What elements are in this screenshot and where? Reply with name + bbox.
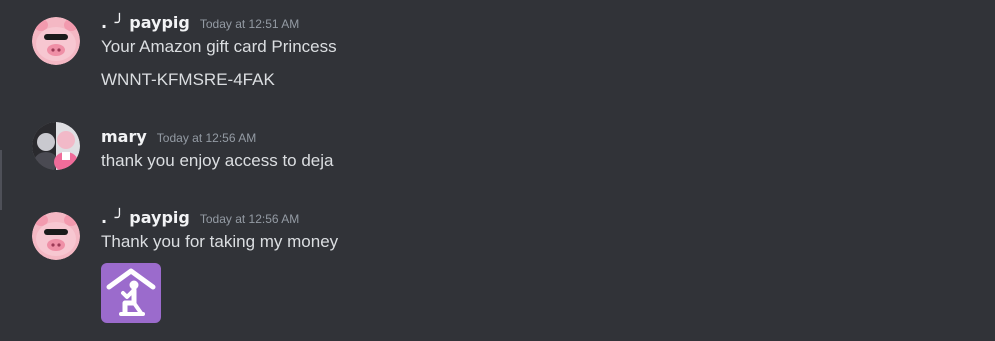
username[interactable]: . ╯ paypig — [101, 208, 190, 227]
timestamp[interactable]: Today at 12:56 AM — [200, 212, 299, 226]
message-text: WNNT-KFMSRE-4FAK — [101, 70, 275, 89]
username[interactable]: mary — [101, 127, 147, 146]
scroll-edge — [0, 150, 2, 210]
pig-avatar-icon[interactable] — [32, 17, 80, 65]
chat-messages: . ╯ paypig Today at 12:51 AM Your Amazon … — [0, 0, 995, 341]
username-prefix: . ╯ — [101, 13, 126, 32]
pig-avatar-icon[interactable] — [32, 212, 80, 260]
message-header: mary Today at 12:56 AM — [101, 127, 256, 149]
username-prefix: . ╯ — [101, 208, 126, 227]
username-text: paypig — [129, 208, 190, 227]
username-text: paypig — [129, 13, 190, 32]
message-header: . ╯ paypig Today at 12:51 AM — [101, 13, 299, 35]
timestamp[interactable]: Today at 12:56 AM — [157, 131, 256, 145]
username[interactable]: . ╯ paypig — [101, 13, 190, 32]
timestamp[interactable]: Today at 12:51 AM — [200, 17, 299, 31]
message-text: thank you enjoy access to deja — [101, 151, 334, 170]
photo-avatar-icon[interactable] — [32, 122, 80, 170]
place-of-worship-emoji-icon[interactable] — [101, 263, 161, 323]
message-text: Your Amazon gift card Princess — [101, 37, 337, 56]
message-text: Thank you for taking my money — [101, 232, 339, 251]
message-header: . ╯ paypig Today at 12:56 AM — [101, 208, 299, 230]
